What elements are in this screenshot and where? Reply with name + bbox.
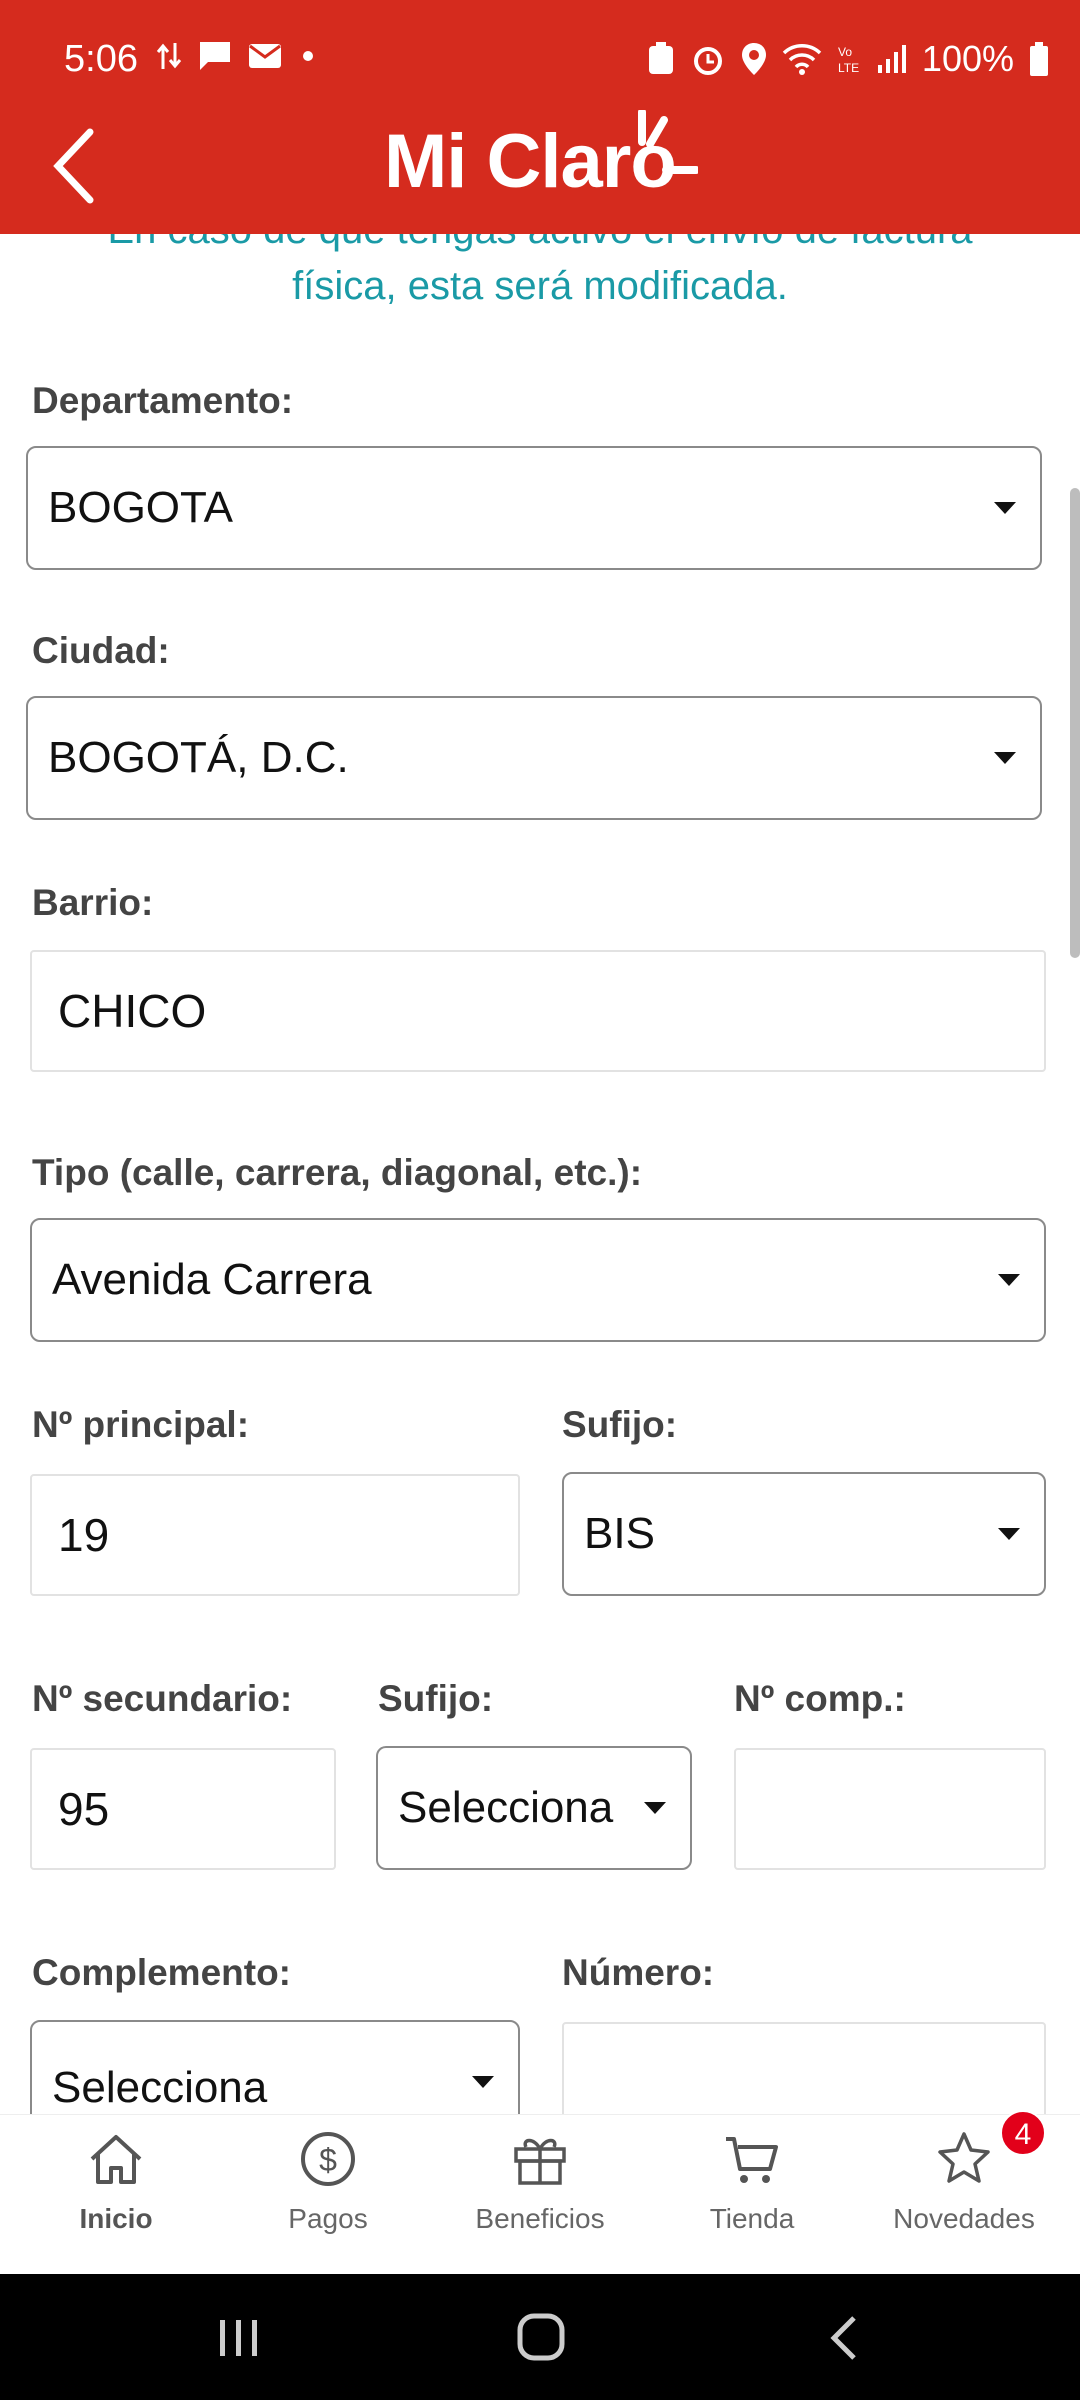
nav-item-pagos[interactable]: $ Pagos (220, 2115, 436, 2275)
chevron-down-icon (994, 502, 1016, 514)
nav-label-beneficios: Beneficios (475, 2203, 605, 2234)
cart-icon (726, 2137, 778, 2183)
header-bar: Mi Claro (0, 110, 1080, 234)
ciudad-value: BOGOTÁ, D.C. (48, 733, 349, 782)
tipo-select[interactable]: Avenida Carrera (30, 1218, 1046, 1342)
svg-text:$: $ (319, 2142, 337, 2178)
sufijo-secundario-select[interactable]: Selecciona (376, 1746, 692, 1870)
recent-apps-icon[interactable] (216, 2316, 262, 2360)
dot-icon (303, 51, 313, 61)
ciudad-select[interactable]: BOGOTÁ, D.C. (26, 696, 1042, 820)
numero-input[interactable] (562, 2022, 1046, 2114)
no-principal-input[interactable]: 19 (30, 1474, 520, 1596)
status-bar: 5:06 Vo LTE 100% (0, 0, 1080, 120)
nav-label-novedades: Novedades (893, 2203, 1035, 2234)
complemento-value: Selecciona (52, 2063, 268, 2112)
nav-label-tienda: Tienda (709, 2203, 795, 2234)
ciudad-label: Ciudad: (32, 630, 170, 671)
nav-label-inicio: Inicio (79, 2203, 153, 2234)
volte-icon: Vo LTE (838, 45, 859, 75)
barrio-input[interactable]: CHICO (30, 950, 1046, 1072)
back-button-icon[interactable] (824, 2314, 864, 2362)
email-icon (249, 44, 281, 68)
tipo-label: Tipo (calle, carrera, diagonal, etc.): (32, 1152, 643, 1193)
chevron-down-icon (998, 1528, 1020, 1540)
notification-icons (156, 40, 318, 72)
nav-item-inicio[interactable]: Inicio (8, 2115, 224, 2275)
app-header: 5:06 Vo LTE 100% Mi Claro (0, 0, 1080, 234)
novedades-badge: 4 (1000, 2110, 1046, 2156)
bottom-navigation: Inicio $ Pagos Beneficios Tienda Novedad… (0, 2114, 1080, 2274)
nav-item-tienda[interactable]: Tienda (644, 2115, 860, 2275)
no-secundario-label: Nº secundario: (32, 1678, 293, 1719)
data-transfer-icon (156, 43, 182, 69)
message-icon (200, 42, 230, 70)
no-comp-input[interactable] (734, 1748, 1046, 1870)
nav-label-pagos: Pagos (288, 2203, 368, 2234)
signal-icon (877, 45, 906, 73)
scrollbar[interactable] (1070, 488, 1080, 958)
battery-percent: 100% (921, 38, 1014, 79)
home-icon (90, 2135, 142, 2184)
no-principal-label: Nº principal: (32, 1404, 250, 1445)
gift-icon (514, 2138, 566, 2185)
sufijo-secundario-label: Sufijo: (378, 1678, 494, 1719)
notice-text-line2: física, esta será modificada. (292, 264, 788, 308)
barrio-value: CHICO (58, 985, 207, 1037)
complemento-label: Complemento: (32, 1952, 291, 1993)
no-principal-value: 19 (58, 1509, 110, 1561)
battery-saver-icon (648, 42, 673, 74)
battery-icon (1030, 42, 1048, 76)
back-arrow-icon[interactable] (44, 120, 114, 210)
departamento-value: BOGOTA (48, 483, 233, 532)
sufijo-principal-value: BIS (584, 1509, 655, 1558)
svg-text:Vo: Vo (838, 45, 852, 59)
star-icon (938, 2132, 990, 2183)
barrio-label: Barrio: (32, 882, 154, 923)
dollar-icon: $ (301, 2132, 355, 2186)
address-form: En caso de que tengas activo el envío de… (0, 234, 1080, 2114)
home-button-icon[interactable] (516, 2312, 566, 2362)
wifi-icon (782, 44, 822, 75)
tipo-value: Avenida Carrera (52, 1255, 372, 1304)
complemento-select[interactable]: Selecciona (30, 2020, 520, 2114)
svg-text:LTE: LTE (838, 61, 859, 75)
departamento-select[interactable]: BOGOTA (26, 446, 1042, 570)
chevron-down-icon (998, 1274, 1020, 1286)
system-navigation-bar (0, 2274, 1080, 2400)
sufijo-secundario-value: Selecciona (398, 1783, 614, 1832)
claro-logo-rays (638, 110, 698, 174)
no-comp-label: Nº comp.: (734, 1678, 906, 1719)
nav-item-beneficios[interactable]: Beneficios (432, 2115, 648, 2275)
chevron-down-icon (644, 1802, 666, 1814)
departamento-label: Departamento: (32, 380, 294, 421)
alarm-icon (693, 47, 722, 75)
chevron-down-icon (472, 2076, 494, 2088)
notice-text-line1: En caso de que tengas activo el envío de… (0, 234, 1080, 258)
location-icon (741, 43, 766, 75)
numero-label: Número: (562, 1952, 715, 1993)
sufijo-principal-label: Sufijo: (562, 1404, 678, 1445)
no-secundario-input[interactable]: 95 (30, 1748, 336, 1870)
chevron-down-icon (994, 752, 1016, 764)
mi-claro-logo: Mi Claro (384, 119, 677, 204)
status-time: 5:06 (64, 38, 138, 80)
no-secundario-value: 95 (58, 1783, 110, 1835)
sufijo-principal-select[interactable]: BIS (562, 1472, 1046, 1596)
system-status-icons: Vo LTE 100% (646, 38, 1050, 80)
